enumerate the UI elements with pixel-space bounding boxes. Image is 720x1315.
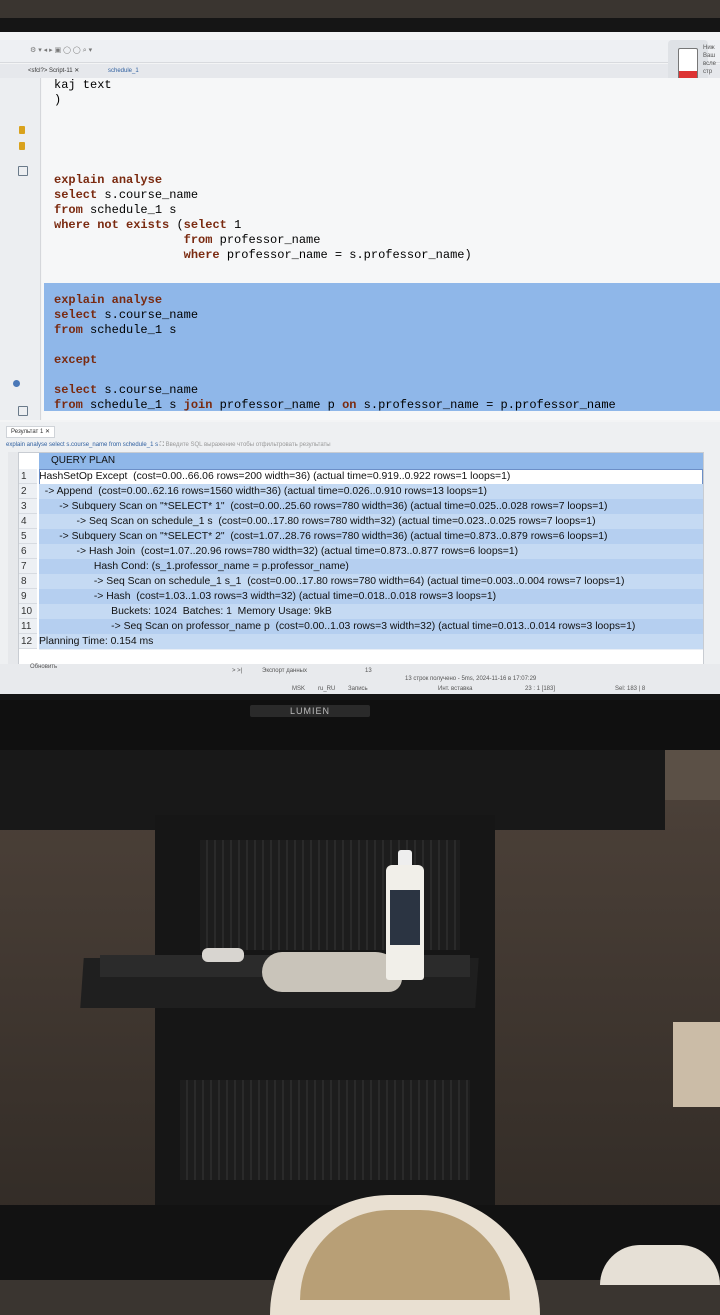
tissue xyxy=(202,948,244,962)
row-number[interactable]: 6 xyxy=(19,544,37,559)
timezone-label: MSK xyxy=(292,686,306,692)
locale-label: ru_RU xyxy=(318,686,336,692)
tab-results[interactable]: Результат 1 ✕ xyxy=(6,426,55,438)
column-header[interactable]: QUERY PLAN xyxy=(39,453,703,469)
tab-schedule[interactable]: schedule_1 xyxy=(104,66,143,76)
results-panel: Результат 1 ✕ explain analyse select s.c… xyxy=(0,422,720,694)
code-line[interactable]: where professor_name = s.professor_name) xyxy=(54,248,472,263)
result-filter-bar[interactable]: explain analyse select s.course_name fro… xyxy=(6,440,706,450)
editor-tabs: <sfcl?> Script-11 ✕ schedule_1 xyxy=(0,64,720,78)
table-row[interactable]: -> Subquery Scan on "*SELECT* 1" (cost=0… xyxy=(39,499,703,515)
row-number[interactable]: 7 xyxy=(19,559,37,574)
code-line[interactable]: select s.course_name xyxy=(54,308,198,323)
row-number[interactable]: 2 xyxy=(19,484,37,499)
code-line[interactable]: from schedule_1 s join professor_name p … xyxy=(54,398,616,413)
table-row[interactable]: -> Seq Scan on professor_name p (cost=0.… xyxy=(39,619,703,635)
row-number[interactable]: 1 xyxy=(19,469,37,484)
table-row[interactable]: HashSetOp Except (cost=0.00..66.06 rows=… xyxy=(39,469,703,485)
insert-mode-label: Инт. вставка xyxy=(438,686,473,692)
query-plan-grid[interactable]: QUERY PLAN 1 HashSetOp Except (cost=0.00.… xyxy=(18,452,704,686)
editor-gutter xyxy=(0,78,41,420)
fetch-info: 13 строк получено - 5ms, 2024-11-16 в 17… xyxy=(405,676,537,682)
monitor-brand-logo: LUMIEN xyxy=(250,705,370,717)
refresh-button[interactable]: Обновить xyxy=(30,664,57,670)
tray-notification-text: Ниж Ваш всле стр xyxy=(703,45,716,75)
bookmark-icon xyxy=(19,142,25,150)
code-line[interactable]: kaj text xyxy=(54,78,112,93)
code-line[interactable]: from professor_name xyxy=(54,233,321,248)
table-row[interactable]: Planning Time: 0.154 ms xyxy=(39,634,703,650)
cursor-position: 23 : 1 [183] xyxy=(525,686,556,692)
row-number[interactable]: 12 xyxy=(19,634,37,649)
fold-icon[interactable] xyxy=(18,166,28,176)
row-number[interactable]: 3 xyxy=(19,499,37,514)
tab-script[interactable]: <sfcl?> Script-11 ✕ xyxy=(24,66,83,76)
code-line[interactable]: ) xyxy=(54,93,61,108)
code-line[interactable]: where not exists (select 1 xyxy=(54,218,241,233)
row-number[interactable]: 5 xyxy=(19,529,37,544)
stand-mesh-panel-lower xyxy=(180,1080,470,1180)
filter-query: explain analyse select s.course_name fro… xyxy=(6,442,159,448)
second-cup xyxy=(600,1245,720,1285)
selection-info: Sel: 183 | 8 xyxy=(615,686,646,692)
rows-fetched-count: 13 xyxy=(365,668,372,674)
table-row[interactable]: -> Seq Scan on schedule_1 s_1 (cost=0.00… xyxy=(39,574,703,590)
code-line[interactable]: explain analyse xyxy=(54,293,162,308)
export-button[interactable]: Экспорт данных xyxy=(262,668,307,674)
monitor-screen: ⚙ ▾ ◂ ▸ ▣ ◯ ◯ ⌕ ▾ <sfcl?> Script-11 ✕ sc… xyxy=(0,32,720,694)
ide-toolbar: ⚙ ▾ ◂ ▸ ▣ ◯ ◯ ⌕ ▾ xyxy=(0,40,720,63)
code-line[interactable]: select s.course_name xyxy=(54,188,198,203)
write-mode-label: Запись xyxy=(348,686,368,692)
side-tool-icon[interactable] xyxy=(18,406,28,416)
row-number[interactable]: 11 xyxy=(19,619,37,634)
table-row[interactable]: -> Hash (cost=1.03..1.03 rows=3 width=32… xyxy=(39,589,703,605)
status-bar: Обновить > >| Экспорт данных 13 13 строк… xyxy=(0,664,720,694)
sql-editor[interactable]: kaj text) explain analyse select s.course_… xyxy=(42,78,720,420)
toolbar-icons[interactable]: ⚙ ▾ ◂ ▸ ▣ ◯ ◯ ⌕ ▾ xyxy=(30,46,92,55)
row-number[interactable]: 10 xyxy=(19,604,37,619)
code-line[interactable]: except xyxy=(54,353,97,368)
table-row[interactable]: -> Hash Join (cost=1.07..20.96 rows=780 … xyxy=(39,544,703,560)
run-marker-icon[interactable] xyxy=(13,380,20,387)
code-line[interactable]: from schedule_1 s xyxy=(54,323,176,338)
table-row[interactable]: Hash Cond: (s_1.professor_name = p.profe… xyxy=(39,559,703,575)
table-row[interactable]: -> Subquery Scan on "*SELECT* 2" (cost=1… xyxy=(39,529,703,545)
cleaning-cloth xyxy=(262,952,402,992)
table-row[interactable]: Buckets: 1024 Batches: 1 Memory Usage: 9… xyxy=(39,604,703,620)
code-line[interactable]: from schedule_1 s xyxy=(54,203,176,218)
row-number[interactable]: 4 xyxy=(19,514,37,529)
table-edge xyxy=(673,1022,720,1107)
row-number[interactable]: 9 xyxy=(19,589,37,604)
code-line[interactable]: select s.course_name xyxy=(54,383,198,398)
table-row[interactable]: -> Seq Scan on schedule_1 s (cost=0.00..… xyxy=(39,514,703,530)
nav-last-button[interactable]: > >| xyxy=(232,668,242,674)
bookmark-icon xyxy=(19,126,25,134)
spray-bottle-label xyxy=(390,890,420,945)
filter-input[interactable]: Введите SQL выражение чтобы отфильтроват… xyxy=(166,442,331,448)
row-number[interactable]: 8 xyxy=(19,574,37,589)
view-switcher[interactable] xyxy=(8,452,18,682)
code-line[interactable]: explain analyse xyxy=(54,173,162,188)
table-row[interactable]: -> Append (cost=0.00..62.16 rows=1560 wi… xyxy=(39,484,703,500)
